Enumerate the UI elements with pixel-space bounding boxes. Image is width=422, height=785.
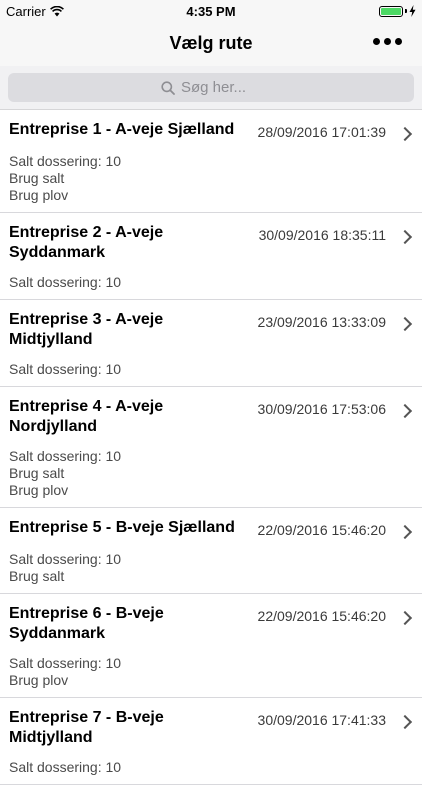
route-title: Entreprise 7 - B-veje Midtjylland [9,709,164,746]
route-details: Salt dossering: 10 Brug salt Brug plov [9,153,386,204]
route-row-header: Entreprise 1 - A-veje Sjælland 28/09/2016… [9,120,386,142]
route-detail-line: Salt dossering: 10 [9,274,122,290]
route-title: Entreprise 1 - A-veje Sjælland [9,121,235,138]
more-dot-icon [395,38,402,45]
chevron-right-icon [397,524,413,540]
chevron-right-icon [397,403,413,419]
route-row-header: Entreprise 3 - A-veje Midtjylland 23/09/2… [9,310,386,350]
battery-indicator [379,5,416,17]
route-title: Entreprise 3 - A-veje Midtjylland [9,311,164,348]
route-details: Salt dossering: 10 Brug plov [9,655,386,689]
route-timestamp: 22/09/2016 15:46:20 [257,608,386,624]
navigation-bar: Vælg rute [0,22,422,66]
more-dot-icon [384,38,391,45]
route-timestamp: 23/09/2016 13:33:09 [257,314,386,330]
route-title: Entreprise 6 - B-veje Syddanmark [9,605,164,642]
route-detail-line: Brug plov [9,187,69,203]
more-dot-icon [373,38,380,45]
route-detail-line: Salt dossering: 10 [9,153,122,169]
search-input[interactable] [181,79,261,96]
route-row-header: Entreprise 2 - A-veje Syddanmark 30/09/20… [9,223,386,263]
search-bar [0,66,422,110]
route-details: Salt dossering: 10 [9,274,386,291]
route-timestamp: 30/09/2016 18:35:11 [258,227,386,243]
route-detail-line: Brug plov [9,482,69,498]
route-detail-line: Brug salt [9,465,65,481]
route-row-header: Entreprise 5 - B-veje Sjælland 22/09/2016… [9,518,386,540]
route-title: Entreprise 2 - A-veje Syddanmark [9,224,164,261]
route-details: Salt dossering: 10 [9,759,386,776]
route-row[interactable]: Entreprise 4 - A-veje Nordjylland 30/09/2… [0,387,422,508]
charging-bolt-icon [409,5,416,17]
route-details: Salt dossering: 10 Brug salt [9,551,386,585]
route-title: Entreprise 4 - A-veje Nordjylland [9,398,164,435]
route-detail-line: Salt dossering: 10 [9,655,122,671]
battery-fill [381,7,401,15]
route-details: Salt dossering: 10 Brug salt Brug plov [9,448,386,499]
route-timestamp: 28/09/2016 17:01:39 [257,124,386,140]
route-detail-line: Salt dossering: 10 [9,361,122,377]
clock: 4:35 PM [186,4,236,19]
route-row[interactable]: Entreprise 6 - B-veje Syddanmark 22/09/20… [0,594,422,698]
battery-tip [405,9,407,13]
route-detail-line: Salt dossering: 10 [9,448,122,464]
chevron-right-icon [397,126,413,142]
chevron-right-icon [397,610,413,626]
route-detail-line: Brug plov [9,672,69,688]
route-row[interactable]: Entreprise 2 - A-veje Syddanmark 30/09/20… [0,213,422,300]
chevron-right-icon [397,316,413,332]
route-row[interactable]: Entreprise 5 - B-veje Sjælland 22/09/2016… [0,508,422,594]
route-row[interactable]: Entreprise 7 - B-veje Midtjylland 30/09/2… [0,698,422,785]
chevron-right-icon [397,229,413,245]
search-field[interactable] [8,73,414,102]
more-options-button[interactable] [373,38,402,45]
route-title: Entreprise 5 - B-veje Sjælland [9,519,235,536]
route-row-header: Entreprise 4 - A-veje Nordjylland 30/09/2… [9,397,386,437]
route-timestamp: 22/09/2016 15:46:20 [257,522,386,538]
status-bar: Carrier 4:35 PM [0,0,422,22]
route-row-header: Entreprise 7 - B-veje Midtjylland 30/09/2… [9,708,386,748]
route-timestamp: 30/09/2016 17:41:33 [257,712,386,728]
route-list: Entreprise 1 - A-veje Sjælland 28/09/2016… [0,110,422,785]
route-details: Salt dossering: 10 [9,361,386,378]
chevron-right-icon [397,714,413,730]
route-detail-line: Salt dossering: 10 [9,759,122,775]
route-detail-line: Brug salt [9,170,65,186]
battery-icon [379,5,403,17]
route-row[interactable]: Entreprise 3 - A-veje Midtjylland 23/09/2… [0,300,422,387]
search-icon [161,80,175,95]
page-title: Vælg rute [169,33,253,53]
route-timestamp: 30/09/2016 17:53:06 [257,401,386,417]
route-row-header: Entreprise 6 - B-veje Syddanmark 22/09/20… [9,604,386,644]
route-row[interactable]: Entreprise 1 - A-veje Sjælland 28/09/2016… [0,110,422,213]
route-detail-line: Brug salt [9,568,65,584]
route-detail-line: Salt dossering: 10 [9,551,122,567]
